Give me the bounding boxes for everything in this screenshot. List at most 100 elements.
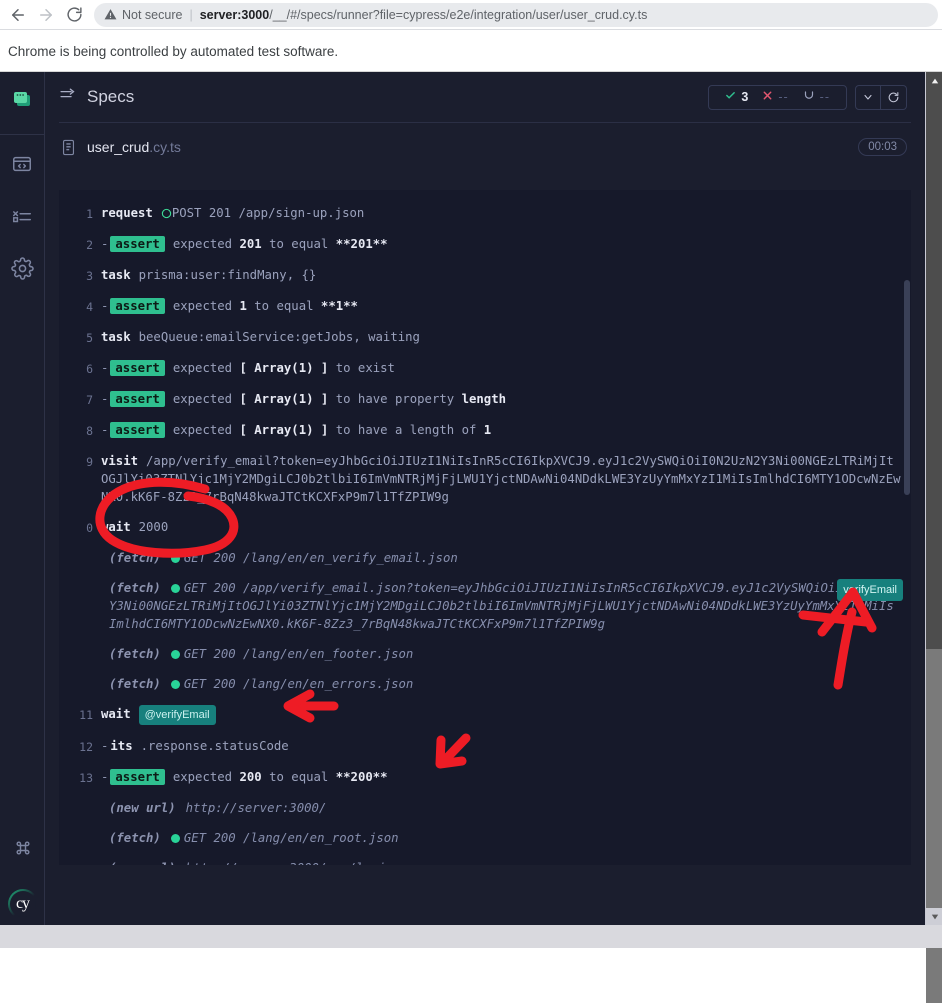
cypress-windows-logo-icon[interactable] [10,89,34,118]
log-event-label: (new url) [109,861,176,865]
sidebar-item-specs[interactable] [0,141,45,187]
log-event-label: (fetch) [109,551,161,565]
log-line-number: 4 [86,300,93,314]
log-command-row[interactable]: 13- assert expected 200 to equal **200** [59,762,911,793]
assert-message: expected [ Array(1) ] to have property l… [172,392,506,406]
log-command-name: task [101,330,131,344]
assert-message: expected 1 to equal **1** [172,299,358,313]
page-scrollbar[interactable] [925,72,942,1003]
log-command-args: beeQueue:emailService:getJobs, waiting [138,330,420,344]
failed-count: -- [778,90,789,104]
sidebar-item-settings[interactable] [0,245,45,291]
log-line-number: 13 [79,771,93,785]
log-event-message: http://server:3000/ [185,801,327,815]
pending-count: -- [819,90,830,104]
log-command-row[interactable]: 7 - assert expected [ Array(1) ] to have pr… [59,384,911,415]
page-scroll-thumb-lower[interactable] [926,649,942,1003]
log-line-number: 6 [86,362,93,376]
log-command-args: prisma:user:findMany, {} [138,268,317,282]
log-command-name: wait [101,520,131,534]
alias-badge[interactable]: verifyEmail [837,579,903,601]
log-event-label: (fetch) [109,677,161,691]
test-stats: 3 -- -- [708,84,847,110]
assert-pill: assert [110,422,165,438]
log-command-row[interactable]: 1 request POST 201 /app/sign-up.json [59,198,911,229]
header-actions: 3 -- -- [708,84,907,110]
x-icon [762,90,773,104]
log-line-number: 11 [79,708,93,722]
log-event-row[interactable]: (fetch) GET 200 /lang/en/en_footer.json [59,639,911,669]
assert-message: expected 200 to equal **200** [172,770,388,784]
automation-infobar-text: Chrome is being controlled by automated … [8,43,339,59]
command-log: 1 request POST 201 /app/sign-up.json 2- asse… [59,190,911,865]
rail-divider [0,134,45,135]
log-line-number: 8 [86,424,93,438]
log-command-row[interactable]: 6- assert expected [ Array(1) ] to exist [59,353,911,384]
main-panel: Specs 3 -- -- user_crud.cy.ts 00:03 1 re… [45,72,925,925]
log-event-row[interactable]: (fetch) GET 200 /lang/en/en_root.json [59,823,911,853]
log-line-number: 7 [86,393,93,407]
log-command-row[interactable]: 0 wait 2000 [59,512,911,543]
log-line-number: 3 [86,269,93,283]
back-button[interactable] [4,1,32,29]
log-row-body: visit/app/verify_email?token=eyJhbGciOiJ… [101,452,901,506]
cypress-app: cy Specs 3 -- -- user_crud.cy.ts 00:03 1… [0,72,925,925]
log-command-args: POST 201 /app/sign-up.json [171,206,365,220]
log-command-row[interactable]: 8- assert expected [ Array(1) ] to have a … [59,415,911,446]
log-event-label: (fetch) [109,647,161,661]
log-command-row[interactable]: 4 - assert expected 1 to equal **1** [59,291,911,322]
command-key-icon[interactable] [0,825,45,871]
cy-logo-icon[interactable]: cy [7,889,38,919]
log-command-row[interactable]: 2- assert expected 201 to equal **201** [59,229,911,260]
log-command-row[interactable]: 5 task beeQueue:emailService:getJobs, wait… [59,322,911,353]
assert-pill: assert [110,360,165,376]
command-log-scrollbar[interactable] [903,190,911,865]
cy-logo-label: cy [15,895,30,912]
log-line-number: 0 [86,521,93,535]
log-command-row[interactable]: 3 task prisma:user:findMany, {} [59,260,911,291]
rerun-icon[interactable] [881,84,907,110]
log-row-body: - assert expected 1 to equal **1** [101,297,901,315]
log-row-body: - assert expected [ Array(1) ] to exist [101,359,901,377]
log-event-row[interactable]: (new url) http://server:3000/app/login [59,853,911,865]
assert-message: expected 201 to equal **201** [172,237,388,251]
triangle-down-icon[interactable] [926,908,942,925]
reload-button[interactable] [60,1,88,29]
log-command-args: 2000 [138,520,169,534]
log-nesting-dash: - [101,770,109,784]
command-log-scroll-thumb[interactable] [904,280,910,495]
log-event-message: GET 200 /lang/en/en_footer.json [183,647,414,661]
status-badge-passed: 3 [718,90,755,104]
log-command-row[interactable]: 12- its .response.statusCode [59,731,911,762]
log-row-body: - its .response.statusCode [101,737,901,755]
address-bar[interactable]: Not secure | server:3000/__/#/specs/runn… [94,2,938,27]
log-event-label: (new url) [109,801,176,815]
log-row-body: - assert expected [ Array(1) ] to have pro… [101,390,901,408]
log-event-row[interactable]: (fetch) GET 200 /lang/en/en_errors.json [59,669,911,699]
status-dot-icon [170,650,180,659]
triangle-up-icon[interactable] [926,72,942,89]
log-event-row[interactable]: (fetch) GET 200 /lang/en/en_verify_email.… [59,543,911,573]
browser-toolbar: Not secure | server:3000/__/#/specs/runn… [0,0,942,29]
log-event-label: (fetch) [109,831,161,845]
sidebar-item-runs[interactable] [0,193,45,239]
log-command-name: visit [101,454,139,468]
log-event-row[interactable]: (fetch) GET 200 /app/verify_email.json?to… [59,573,911,639]
alias-pill: @verifyEmail [138,705,216,725]
log-command-row[interactable]: 11 wait @verifyEmail [59,699,911,731]
log-row-body: wait @verifyEmail [101,705,901,725]
page-scroll-thumb-upper[interactable] [926,89,942,649]
automation-infobar: Chrome is being controlled by automated … [0,30,942,72]
assert-pill: assert [110,769,165,785]
log-event-row[interactable]: (new url) http://server:3000/ [59,793,911,823]
chevron-down-icon[interactable] [855,84,881,110]
log-event-message: GET 200 /app/verify_email.json?token=eyJ… [109,581,895,631]
forward-button[interactable] [32,1,60,29]
assert-message: expected [ Array(1) ] to exist [172,361,395,375]
specs-title-group[interactable]: Specs [59,86,134,108]
log-command-row[interactable]: 9 visit/app/verify_email?token=eyJhbGciOi… [59,446,911,512]
spec-file-row[interactable]: user_crud.cy.ts 00:03 [45,123,925,171]
log-row-body: (fetch) GET 200 /lang/en/en_errors.json [109,675,901,693]
spec-file-ext: .cy.ts [149,139,181,155]
log-row-body: (fetch) GET 200 /lang/en/en_footer.json [109,645,901,663]
